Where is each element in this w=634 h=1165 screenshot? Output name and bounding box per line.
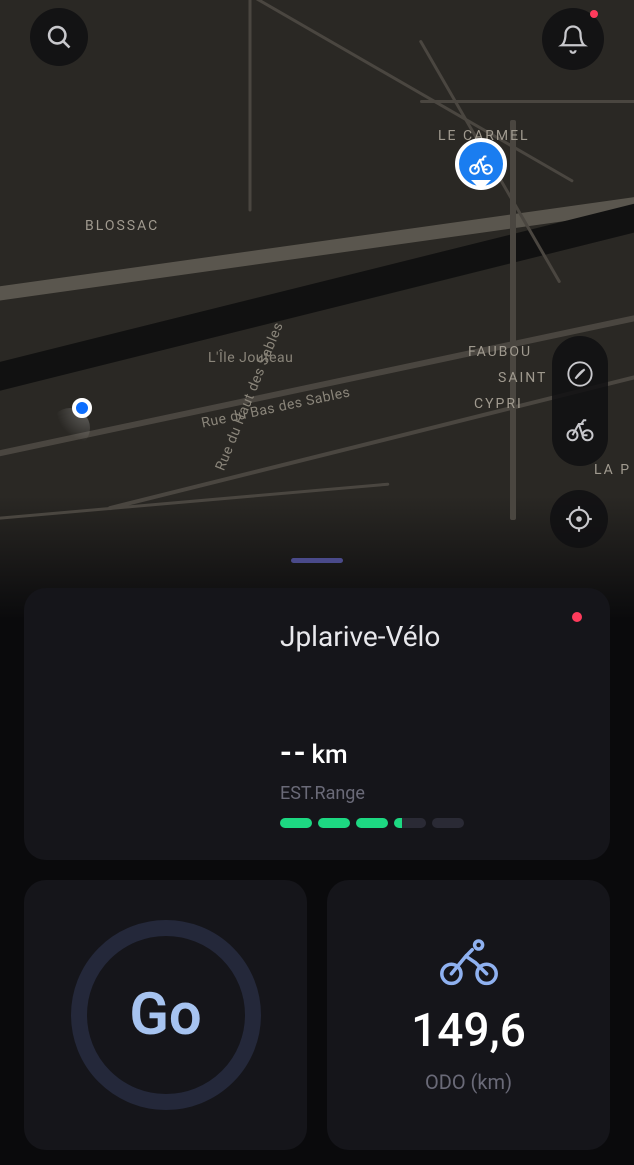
- bicycle-icon: [468, 151, 494, 177]
- map-label-faubourg: FAUBOU: [468, 344, 532, 360]
- go-ring: Go: [71, 920, 261, 1110]
- notification-indicator: [590, 10, 598, 18]
- search-icon: [45, 23, 73, 51]
- bike-mode-button[interactable]: [562, 411, 598, 447]
- rider-icon: [437, 936, 501, 986]
- device-card[interactable]: Jplarive-Vélo --km EST.Range: [24, 588, 610, 860]
- notifications-button[interactable]: [542, 8, 604, 70]
- range-value-row: --km: [280, 733, 574, 771]
- map-label-ile-jouteau: L'Île Jouteau: [208, 350, 293, 366]
- odometer-value: 149,6: [411, 1004, 526, 1058]
- odometer-label: ODO (km): [425, 1070, 512, 1094]
- compass-mode-button[interactable]: [562, 356, 598, 392]
- map-label-blossac: BLOSSAC: [85, 218, 159, 234]
- go-button-card[interactable]: Go: [24, 880, 307, 1150]
- connection-status-dot: [572, 612, 582, 622]
- crosshair-icon: [565, 505, 593, 533]
- odometer-card[interactable]: 149,6 ODO (km): [327, 880, 610, 1150]
- bike-location-pin[interactable]: [455, 138, 507, 190]
- battery-indicator: [280, 818, 574, 828]
- map-label-saint: SAINT: [498, 370, 547, 386]
- map-canvas[interactable]: BLOSSAC LE CARMEL L'Île Jouteau Rue du B…: [0, 0, 634, 620]
- go-label: Go: [129, 981, 201, 1049]
- sheet-drag-handle[interactable]: [291, 558, 343, 563]
- device-name: Jplarive-Vélo: [280, 620, 574, 653]
- range-label: EST.Range: [280, 783, 574, 804]
- range-value: --: [280, 733, 307, 771]
- recenter-button[interactable]: [550, 490, 608, 548]
- map-label-cyprien: CYPRI: [474, 396, 523, 412]
- map-mode-toggle: [552, 336, 608, 466]
- bell-icon: [558, 24, 588, 54]
- user-location-dot: [72, 398, 92, 418]
- map-label-la-p: LA P: [594, 462, 631, 478]
- compass-icon: [566, 360, 594, 388]
- search-button[interactable]: [30, 8, 88, 66]
- bicycle-icon: [565, 414, 595, 444]
- range-unit: km: [311, 740, 347, 770]
